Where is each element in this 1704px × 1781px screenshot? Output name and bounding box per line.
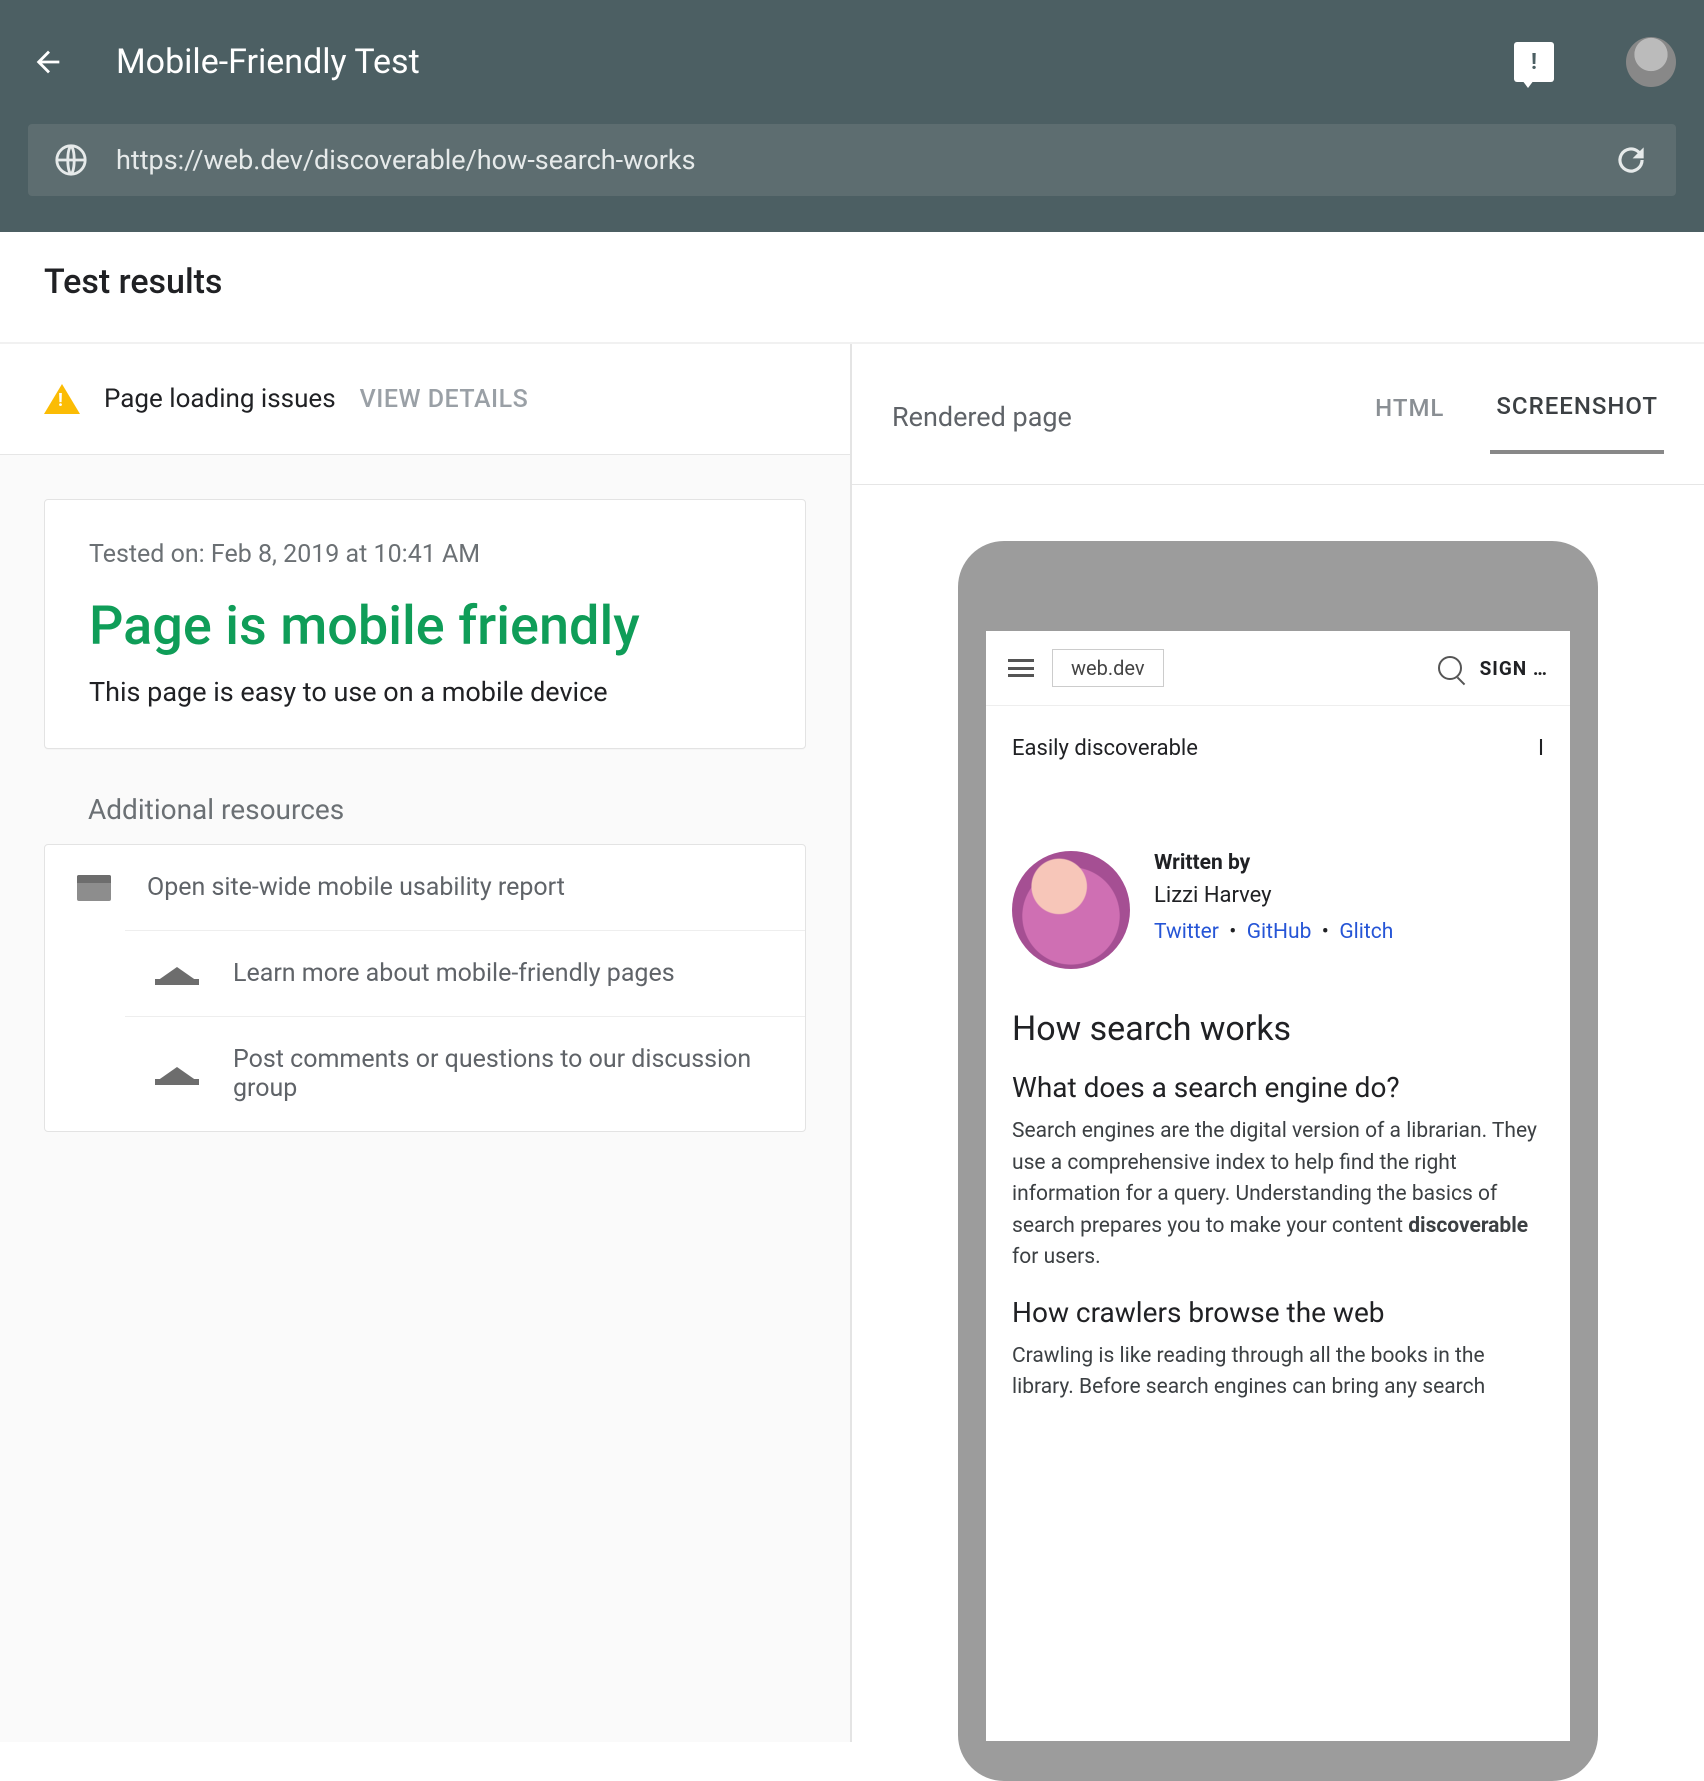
article-paragraph: Search engines are the digital version o… xyxy=(1012,1116,1544,1274)
globe-icon xyxy=(54,143,88,177)
view-details-button[interactable]: VIEW DETAILS xyxy=(360,385,529,414)
app-title: Mobile-Friendly Test xyxy=(116,42,420,82)
link-glitch[interactable]: Glitch xyxy=(1339,920,1393,944)
article-title: How search works xyxy=(1012,1009,1544,1049)
school-icon xyxy=(157,967,197,981)
back-button[interactable] xyxy=(28,42,68,82)
article-paragraph: Crawling is like reading through all the… xyxy=(1012,1341,1544,1404)
additional-resources-title: Additional resources xyxy=(88,793,806,826)
device-frame: web.dev SIGN … Easily discoverableI Writ… xyxy=(958,541,1598,1781)
alert-icon: ! xyxy=(1531,50,1537,75)
sign-in-button[interactable]: SIGN … xyxy=(1480,657,1548,680)
tab-html[interactable]: HTML xyxy=(1369,382,1450,452)
resource-text: Learn more about mobile-friendly pages xyxy=(233,959,675,988)
result-card: Tested on: Feb 8, 2019 at 10:41 AM Page … xyxy=(44,499,806,749)
link-github[interactable]: GitHub xyxy=(1247,920,1312,944)
window-icon xyxy=(77,875,111,901)
issue-label: Page loading issues xyxy=(104,384,336,414)
rendered-page-label: Rendered page xyxy=(892,401,1329,433)
article-heading: What does a search engine do? xyxy=(1012,1071,1544,1104)
url-bar xyxy=(28,124,1676,196)
author-links: Twitter • GitHub • Glitch xyxy=(1154,920,1393,944)
feedback-button[interactable]: ! xyxy=(1514,42,1554,82)
warning-icon xyxy=(44,384,80,414)
device-screen: web.dev SIGN … Easily discoverableI Writ… xyxy=(986,631,1570,1741)
result-subtext: This page is easy to use on a mobile dev… xyxy=(89,676,761,708)
url-input[interactable] xyxy=(116,144,1584,176)
tab-screenshot[interactable]: SCREENSHOT xyxy=(1490,380,1664,454)
link-twitter[interactable]: Twitter xyxy=(1154,920,1219,944)
search-icon[interactable] xyxy=(1438,656,1462,680)
hamburger-icon[interactable] xyxy=(1008,659,1034,677)
resource-link[interactable]: Post comments or questions to our discus… xyxy=(125,1016,805,1131)
school-icon xyxy=(157,1067,197,1081)
section-title: Test results xyxy=(0,232,1704,344)
resource-link[interactable]: Learn more about mobile-friendly pages xyxy=(125,930,805,1016)
author-avatar xyxy=(1012,851,1130,969)
tested-on: Tested on: Feb 8, 2019 at 10:41 AM xyxy=(89,540,761,569)
resources-card: Open site-wide mobile usability report L… xyxy=(44,844,806,1132)
resource-text: Post comments or questions to our discus… xyxy=(233,1045,773,1103)
result-headline: Page is mobile friendly xyxy=(89,595,761,658)
written-by-label: Written by xyxy=(1154,851,1393,875)
site-logo[interactable]: web.dev xyxy=(1052,649,1164,687)
account-avatar[interactable] xyxy=(1626,37,1676,87)
reload-button[interactable] xyxy=(1612,141,1650,179)
breadcrumb: Easily discoverableI xyxy=(1012,736,1544,761)
resource-link[interactable]: Open site-wide mobile usability report xyxy=(45,845,805,930)
resource-text: Open site-wide mobile usability report xyxy=(147,873,565,902)
article-heading: How crawlers browse the web xyxy=(1012,1296,1544,1329)
author-name: Lizzi Harvey xyxy=(1154,883,1393,908)
